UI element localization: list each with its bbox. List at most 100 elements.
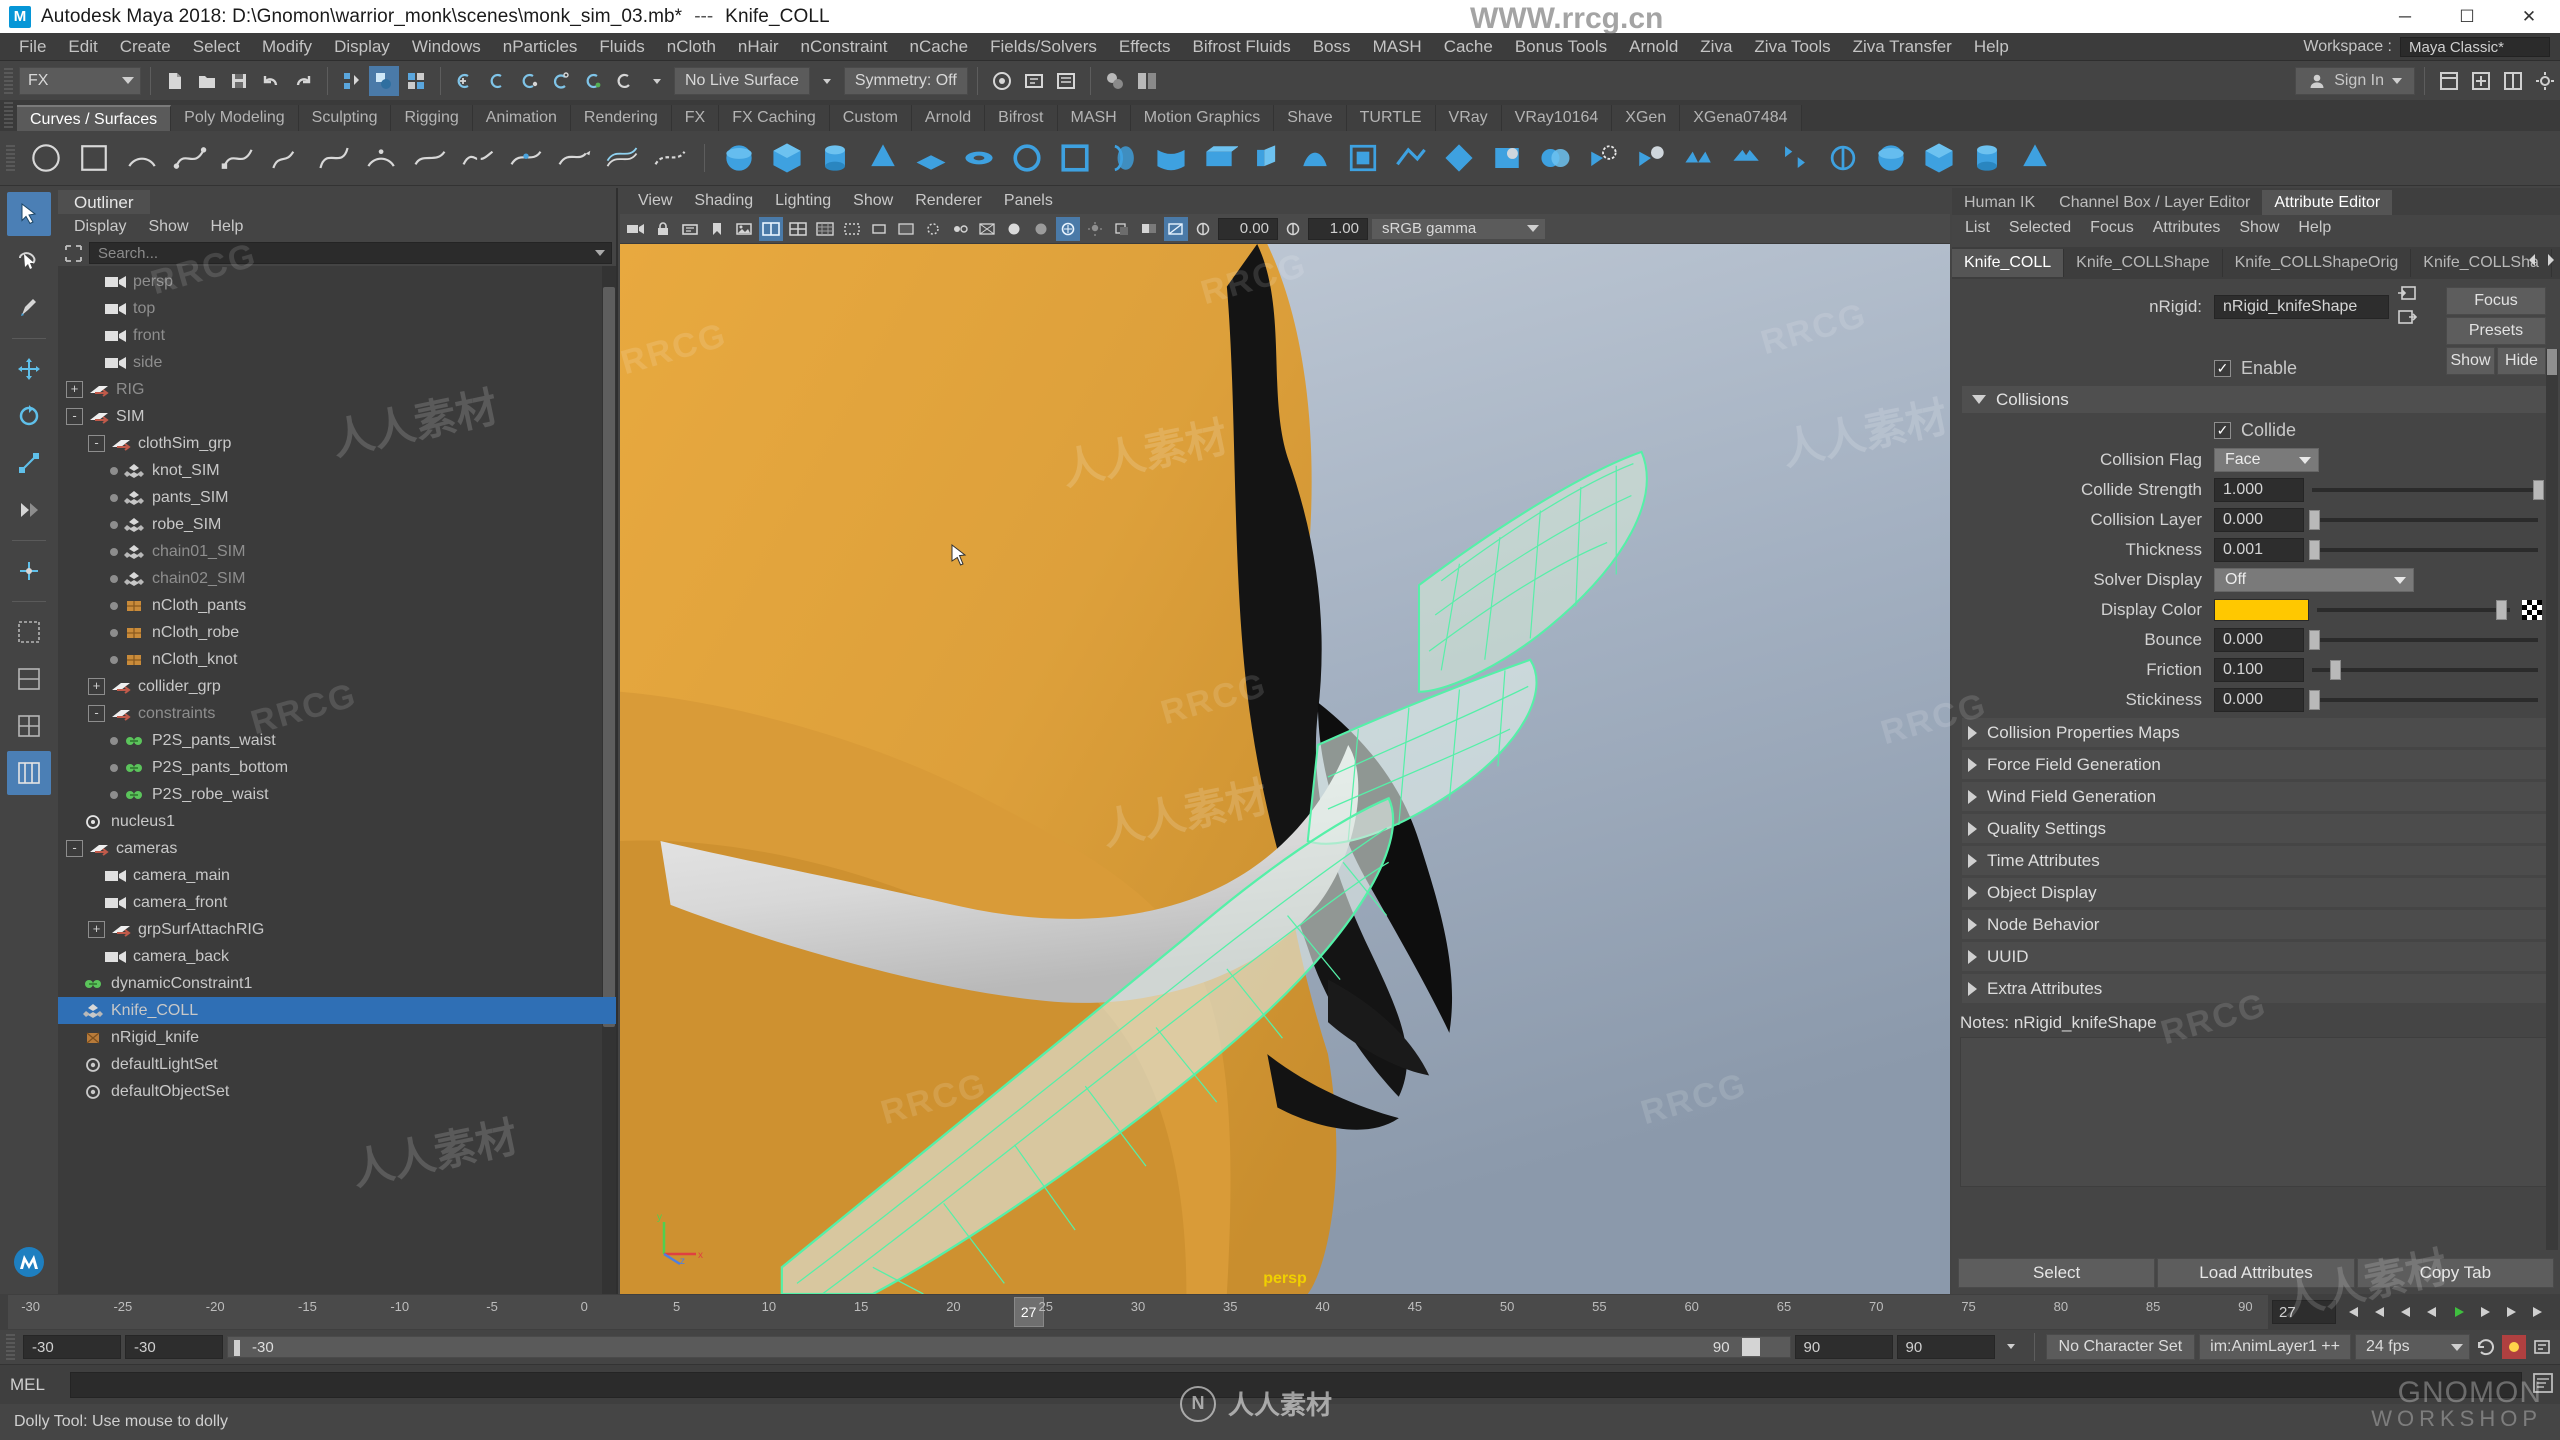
trim-icon[interactable] [1630,137,1672,179]
outliner-item-pants-sim[interactable]: pants_SIM [58,484,616,511]
outliner-item-camera-main[interactable]: camera_main [58,862,616,889]
sphere-icon[interactable] [718,137,760,179]
snap-to-view-plane-icon[interactable] [578,66,608,96]
collide-checkbox[interactable]: ✓ [2214,421,2231,439]
go-to-end-icon[interactable] [2528,1300,2552,1324]
slider-thumb[interactable] [2309,690,2321,710]
menu-mash[interactable]: MASH [1362,34,1433,60]
three-point-arc-icon[interactable] [361,137,403,179]
range-bar[interactable]: -30 90 [227,1336,1791,1358]
circle-prim-icon[interactable] [1006,137,1048,179]
attr-value-field[interactable]: 0.000 [2214,688,2304,712]
shelf-tab-vray[interactable]: VRay [1435,105,1502,131]
workspace-split-icon[interactable] [2498,66,2528,96]
outliner-item-persp[interactable]: persp [58,268,616,295]
play-forwards-icon[interactable] [2447,1300,2471,1324]
range-options-icon[interactable] [1999,1335,2023,1359]
menu-arnold[interactable]: Arnold [1618,34,1689,60]
outliner-item-clothsim-grp[interactable]: - clothSim_grp [58,430,616,457]
gate-mask-icon[interactable] [894,217,918,241]
range-slider-grip[interactable] [6,1334,15,1360]
menu-create[interactable]: Create [109,34,182,60]
prev-node-tab-icon[interactable] [2525,251,2539,274]
outliner-item-front[interactable]: front [58,322,616,349]
menu-ncache[interactable]: nCache [898,34,979,60]
menu-select[interactable]: Select [182,34,251,60]
time-ruler[interactable]: 27 -30 -25 -20 -15 -10 -5 0 5 10 15 20 25 30 35 40 45 50… [8,1295,2268,1329]
minimize-button[interactable]: ─ [2374,0,2436,33]
project-curve-icon[interactable] [1582,137,1624,179]
render-settings-icon[interactable] [1051,66,1081,96]
menu-modify[interactable]: Modify [251,34,323,60]
ae-footer-select-button[interactable]: Select [1958,1258,2156,1288]
outliner-item-cameras[interactable]: - cameras [58,835,616,862]
viewport-menu-shading[interactable]: Shading [684,190,763,212]
menu-ziva-transfer[interactable]: Ziva Transfer [1842,34,1963,60]
sculpt-geometry-icon[interactable] [1966,137,2008,179]
outliner-search-input[interactable]: Search... [89,242,612,264]
outliner-item-defaultlightset[interactable]: defaultLightSet [58,1051,616,1078]
select-node-input-icon[interactable] [2397,285,2417,306]
range-start-field[interactable]: -30 [125,1335,223,1359]
pencil-curve-icon[interactable] [265,137,307,179]
shelf-tab-mash[interactable]: MASH [1057,105,1131,131]
step-back-frame-icon[interactable] [2393,1300,2417,1324]
ae-menu-attributes[interactable]: Attributes [2144,217,2230,239]
collapse-icon[interactable]: - [88,435,105,452]
collapse-icon[interactable]: - [66,840,83,857]
shelf-tab-vray10164[interactable]: VRay10164 [1501,105,1613,131]
anim-layer-selector[interactable]: im:AnimLayer1 ++ [2199,1334,2351,1360]
slider-thumb[interactable] [2329,660,2341,680]
shelf-tab-turtle[interactable]: TURTLE [1346,105,1436,131]
menu-bonus-tools[interactable]: Bonus Tools [1504,34,1618,60]
shelf-icons-grip[interactable] [6,145,15,171]
menu-help[interactable]: Help [1963,34,2020,60]
step-back-key-icon[interactable] [2366,1300,2390,1324]
shelf-tab-motion-graphics[interactable]: Motion Graphics [1130,105,1275,131]
booleans-union-icon[interactable] [1726,137,1768,179]
statusline-grip[interactable] [4,67,13,94]
ipr-render-icon[interactable] [1019,66,1049,96]
show-manipulator-tool[interactable] [7,549,51,593]
step-forward-key-icon[interactable] [2501,1300,2525,1324]
shelf-tab-sculpting[interactable]: Sculpting [298,105,392,131]
menu-nparticles[interactable]: nParticles [492,34,589,60]
workspace-value[interactable]: Maya Classic* [2400,37,2550,57]
shelf-tab-rigging[interactable]: Rigging [391,105,473,131]
birail-icon[interactable] [1294,137,1336,179]
extend-curve-icon[interactable] [553,137,595,179]
ae-tab-human-ik[interactable]: Human IK [1952,190,2047,215]
outliner-item-sim[interactable]: - SIM [58,403,616,430]
close-button[interactable]: ✕ [2498,0,2560,33]
hypershade-icon[interactable] [1100,66,1130,96]
aa-icon[interactable] [1191,217,1215,241]
viewport-menu-panels[interactable]: Panels [994,190,1063,212]
slider-thumb[interactable] [2309,510,2321,530]
viewport-menu-view[interactable]: View [628,190,682,212]
menu-edit[interactable]: Edit [57,34,108,60]
workspace-layout-icon[interactable] [2434,66,2464,96]
ae-node-tab-knife-collshapeorig[interactable]: Knife_COLLShapeOrig [2223,249,2412,277]
3d-viewport[interactable]: y x z persp [620,244,1950,1294]
last-tool-used[interactable] [7,488,51,532]
grid-toggle-icon[interactable] [813,217,837,241]
new-scene-icon[interactable] [160,66,190,96]
bookmark-icon[interactable] [705,217,729,241]
detach-surfaces-icon[interactable] [1870,137,1912,179]
presets-button[interactable]: Presets [2446,317,2546,345]
textured-icon[interactable] [1056,216,1080,241]
animation-preferences-icon[interactable] [2530,1335,2554,1359]
fps-selector[interactable]: 24 fps [2355,1334,2470,1360]
make-live-icon[interactable] [610,66,640,96]
attr-slider[interactable] [2309,540,2538,560]
maximize-button[interactable]: ☐ [2436,0,2498,33]
viewport-menu-renderer[interactable]: Renderer [905,190,992,212]
collapsed-section-collision-properties-maps[interactable]: Collision Properties Maps [1962,718,2554,747]
display-color-swatch[interactable] [2214,599,2309,621]
outliner-tree[interactable]: persp top front side + RIG - SIM - clothSim_grp kn… [58,266,616,1294]
move-tool[interactable] [7,347,51,391]
slider-thumb[interactable] [2309,630,2321,650]
save-scene-icon[interactable] [224,66,254,96]
square-prim-icon[interactable] [1054,137,1096,179]
collapsed-section-object-display[interactable]: Object Display [1962,878,2554,907]
